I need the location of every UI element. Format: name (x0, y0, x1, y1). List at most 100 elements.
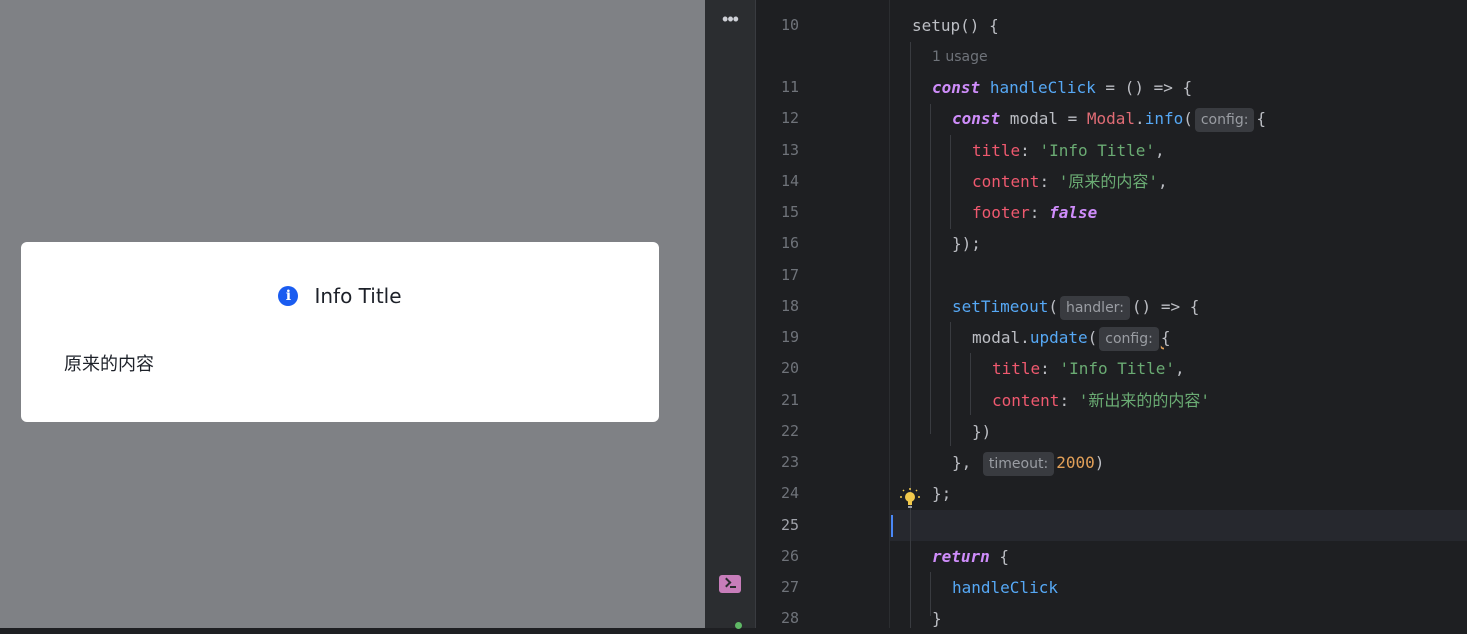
line-number: 13 (780, 141, 799, 159)
usage-hint[interactable]: 1 usage (932, 49, 988, 65)
code-token: modal = (1000, 109, 1087, 128)
code-token: ( (1087, 328, 1098, 347)
code-token: : (1020, 141, 1040, 160)
line-number: 28 (780, 609, 799, 627)
code-line-21: content: '新出来的的内容' (992, 385, 1210, 416)
code-token: { (1256, 109, 1267, 128)
code-token: 'Info Title' (1059, 359, 1176, 378)
code-token: false (1049, 203, 1098, 222)
code-token: ) (1094, 453, 1105, 472)
code-token: . (1135, 109, 1145, 128)
code-token: : (1040, 359, 1060, 378)
line-number: 19 (780, 328, 799, 346)
indent-guide (950, 322, 951, 446)
code-token: 2000 (1056, 453, 1095, 472)
code-token: const (952, 109, 1001, 128)
code-token: }, (952, 453, 972, 472)
code-token: { (1160, 328, 1171, 347)
code-token: , (1157, 172, 1168, 191)
line-number-gutter: 10 11 12 13 14 15 16 17 18 19 20 21 22 2… (756, 0, 890, 628)
code-token: () { (960, 16, 999, 35)
code-line-28: } (932, 609, 942, 628)
line-number: 26 (780, 547, 799, 565)
parameter-hint: handler: (1059, 295, 1130, 320)
line-number: 20 (780, 359, 799, 377)
code-line-18: setTimeout(handler:() => { (952, 291, 1199, 322)
indent-guide (910, 42, 911, 628)
code-token: { (989, 547, 1010, 566)
code-line-15: footer: false (972, 197, 1097, 228)
code-token: Modal (1086, 109, 1136, 128)
code-line-22: }) (972, 422, 992, 441)
code-token: modal (972, 328, 1021, 347)
line-number: 14 (780, 172, 799, 190)
code-token: content (992, 391, 1060, 410)
line-number: 23 (780, 453, 799, 471)
info-icon: i (278, 286, 299, 306)
indent-guide (970, 353, 971, 415)
code-token: . (1020, 328, 1030, 347)
code-token: 'Info Title' (1039, 141, 1156, 160)
parameter-hint: config: (1194, 107, 1255, 132)
code-token: content (972, 172, 1040, 191)
code-line-27: handleClick (952, 572, 1058, 603)
code-token: : (1039, 172, 1059, 191)
code-line-19: modal.update(config:{ (972, 322, 1170, 353)
code-token: '原来的内容' (1058, 172, 1158, 191)
line-number: 22 (780, 422, 799, 440)
more-icon[interactable]: ••• (718, 8, 742, 30)
line-number: 11 (780, 78, 799, 96)
code-line-14: content: '原来的内容', (972, 166, 1168, 197)
code-token: handleClick (952, 578, 1058, 597)
code-token: footer (972, 203, 1030, 222)
tool-window-strip: ••• (705, 0, 756, 629)
line-number: 21 (780, 391, 799, 409)
info-modal: i Info Title 原来的内容 (21, 242, 659, 422)
code-token: title (992, 359, 1041, 378)
indent-guide (950, 135, 951, 229)
code-token: setup (912, 16, 961, 35)
line-number: 15 (780, 203, 799, 221)
line-number: 17 (780, 266, 799, 284)
line-number: 18 (780, 297, 799, 315)
code-line-24: }; (932, 484, 952, 503)
code-line-12: const modal = Modal.info(config:{ (952, 103, 1266, 134)
indent-guide (930, 104, 931, 434)
code-token: info (1144, 109, 1184, 128)
code-line-10: setup() { (912, 10, 999, 41)
code-area[interactable]: setup() { 1 usage const handleClick = ()… (890, 0, 1467, 628)
code-token: handleClick (989, 78, 1096, 97)
code-token: : (1059, 391, 1079, 410)
code-line-23: }, timeout: 2000) (952, 447, 1104, 478)
code-token: , (1175, 359, 1185, 378)
code-token: '新出来的的内容' (1078, 391, 1210, 410)
modal-title: Info Title (314, 284, 402, 308)
line-number: 10 (780, 16, 799, 34)
code-line-20: title: 'Info Title', (992, 353, 1185, 384)
code-token: update (1029, 328, 1088, 347)
code-token: return (932, 547, 990, 566)
line-number: 12 (780, 109, 799, 127)
terminal-icon[interactable] (719, 575, 741, 593)
parameter-hint: timeout: (982, 451, 1055, 476)
code-line-16: }); (952, 234, 981, 253)
indent-guide (930, 572, 931, 616)
code-line-13: title: 'Info Title', (972, 135, 1165, 166)
line-number: 27 (780, 578, 799, 596)
text-caret (891, 515, 893, 537)
code-token: setTimeout (952, 297, 1049, 316)
lightbulb-icon[interactable] (900, 488, 920, 510)
line-number-current: 25 (780, 516, 799, 534)
code-token: ( (1183, 109, 1193, 128)
line-number: 24 (780, 484, 799, 502)
code-token: , (1155, 141, 1165, 160)
modal-header: i Info Title (21, 283, 659, 309)
code-token: ( (1048, 297, 1058, 316)
code-token: const (932, 78, 981, 97)
parameter-hint: config: (1099, 326, 1159, 351)
code-line-26: return { (932, 541, 1009, 572)
code-line-11: const handleClick = () => { (932, 72, 1192, 103)
code-token: () => { (1131, 297, 1200, 316)
code-token: = () => { (1095, 78, 1193, 97)
code-token: title (972, 141, 1021, 160)
